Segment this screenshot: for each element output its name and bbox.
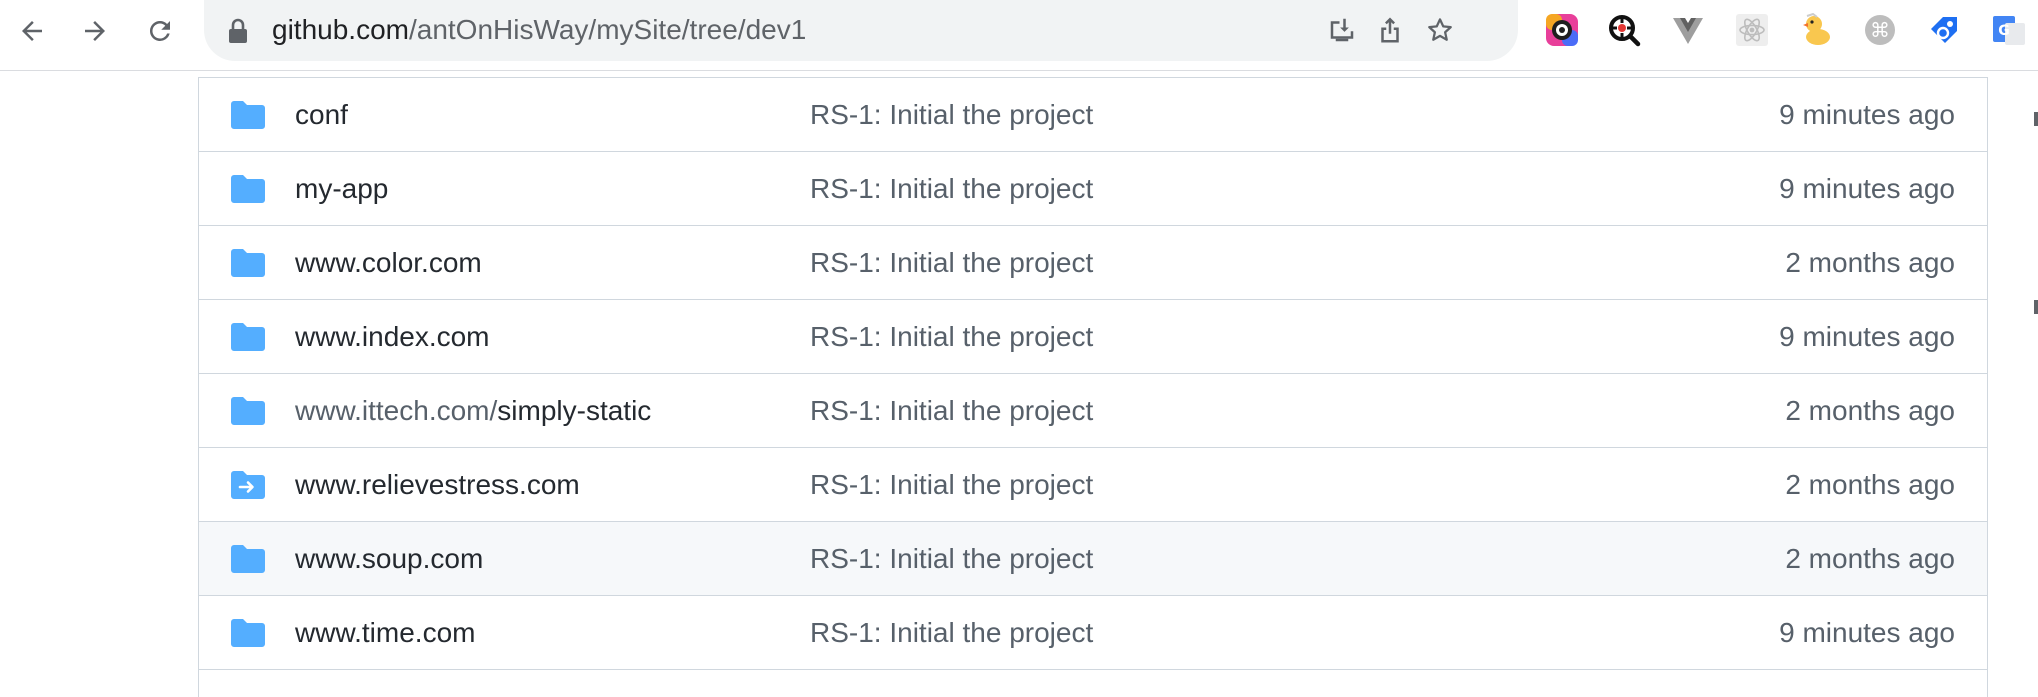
commit-message-link[interactable]: RS-1: Initial the project xyxy=(810,78,1093,152)
file-name-link[interactable]: www.ittech.com/simply-static xyxy=(295,374,651,448)
extension-magnifier-q[interactable] xyxy=(1605,11,1643,49)
commit-age: 9 minutes ago xyxy=(1779,321,1955,352)
file-row-www-color-com[interactable]: www.color.com RS-1: Initial the project … xyxy=(199,226,1987,300)
back-arrow-icon xyxy=(22,21,42,41)
lock-icon[interactable] xyxy=(228,18,248,44)
address-bar[interactable]: github.com/antOnHisWay/mySite/tree/dev1 xyxy=(204,0,1518,61)
url-text[interactable]: github.com/antOnHisWay/mySite/tree/dev1 xyxy=(272,11,806,49)
folder-icon xyxy=(231,545,265,573)
reload-icon xyxy=(149,20,170,41)
file-row-www-ittech-com-simply-static[interactable]: www.ittech.com/simply-static RS-1: Initi… xyxy=(199,374,1987,448)
forward-button[interactable] xyxy=(72,8,118,54)
share-icon xyxy=(1381,17,1399,43)
file-row-www-index-com[interactable]: www.index.com RS-1: Initial the project … xyxy=(199,300,1987,374)
back-button[interactable] xyxy=(9,8,55,54)
folder-icon xyxy=(231,619,265,647)
commit-message-link[interactable]: RS-1: Initial the project xyxy=(810,300,1093,374)
folder-icon xyxy=(231,249,265,277)
install-app-button[interactable] xyxy=(1322,10,1362,50)
file-row-www-relievestress-com[interactable]: www.relievestress.com RS-1: Initial the … xyxy=(199,448,1987,522)
share-button[interactable] xyxy=(1370,10,1410,50)
extension-react-devtools[interactable] xyxy=(1733,11,1771,49)
folder-icon xyxy=(231,323,265,351)
folder-icon xyxy=(231,397,265,425)
magnifier-q-extension-icon xyxy=(1609,15,1641,47)
react-devtools-extension-icon xyxy=(1736,14,1768,46)
commit-message-link[interactable]: RS-1: Initial the project xyxy=(810,374,1093,448)
folder-icon xyxy=(231,101,265,129)
command-key-extension-icon: ⌘ xyxy=(1865,15,1895,45)
file-name-link[interactable]: conf xyxy=(295,78,348,152)
extension-google-translate[interactable]: G xyxy=(1989,11,2027,49)
edge-mark xyxy=(2034,300,2038,314)
duck-extension-icon xyxy=(1803,13,1830,45)
vue-devtools-extension-icon xyxy=(1673,18,1703,44)
commit-age: 2 months ago xyxy=(1785,469,1955,500)
tag-extension-icon xyxy=(1931,17,1957,43)
file-row-www-time-com[interactable]: www.time.com RS-1: Initial the project 9… xyxy=(199,596,1987,670)
submodule-folder-icon xyxy=(231,471,265,499)
file-name-link[interactable]: www.relievestress.com xyxy=(295,448,580,522)
url-path: /antOnHisWay/mySite/tree/dev1 xyxy=(408,14,807,45)
commit-age: 9 minutes ago xyxy=(1779,99,1955,130)
commit-message-link[interactable]: RS-1: Initial the project xyxy=(810,596,1093,670)
browser-toolbar: github.com/antOnHisWay/mySite/tree/dev1 xyxy=(0,0,2038,71)
install-app-icon xyxy=(1330,18,1354,42)
file-name-link[interactable]: www.time.com xyxy=(295,596,475,670)
commit-age: 2 months ago xyxy=(1785,247,1955,278)
reload-button[interactable] xyxy=(137,8,183,54)
svg-text:G: G xyxy=(1998,23,2010,39)
extension-duck[interactable] xyxy=(1797,11,1835,49)
file-name-link[interactable]: my-app xyxy=(295,152,388,226)
file-name-link[interactable]: www.color.com xyxy=(295,226,482,300)
file-row-www-soup-com[interactable]: www.soup.com RS-1: Initial the project 2… xyxy=(199,522,1987,596)
file-row-my-app[interactable]: my-app RS-1: Initial the project 9 minut… xyxy=(199,152,1987,226)
extension-colorful-ring[interactable] xyxy=(1543,11,1581,49)
commit-age: 9 minutes ago xyxy=(1779,173,1955,204)
file-list: conf RS-1: Initial the project 9 minutes… xyxy=(198,77,1988,697)
url-host: github.com xyxy=(272,14,409,45)
edge-mark xyxy=(2034,112,2038,126)
bookmark-star-icon xyxy=(1428,18,1452,41)
commit-message-link[interactable]: RS-1: Initial the project xyxy=(810,152,1093,226)
commit-message-link[interactable]: RS-1: Initial the project xyxy=(810,448,1093,522)
forward-arrow-icon xyxy=(85,21,105,41)
svg-text:⌘: ⌘ xyxy=(1870,18,1890,42)
commit-message-link[interactable]: RS-1: Initial the project xyxy=(810,522,1093,596)
folder-icon xyxy=(231,175,265,203)
file-name-link[interactable]: www.index.com xyxy=(295,300,490,374)
file-name-link[interactable]: www.soup.com xyxy=(295,522,483,596)
bookmark-button[interactable] xyxy=(1420,10,1460,50)
commit-message-link[interactable]: RS-1: Initial the project xyxy=(810,226,1093,300)
commit-age: 2 months ago xyxy=(1785,395,1955,426)
commit-age: 2 months ago xyxy=(1785,543,1955,574)
file-row-conf[interactable]: conf RS-1: Initial the project 9 minutes… xyxy=(199,78,1987,152)
extension-command-key[interactable]: ⌘ xyxy=(1861,11,1899,49)
google-translate-extension-icon: G xyxy=(1993,16,2025,45)
commit-age: 9 minutes ago xyxy=(1779,617,1955,648)
extension-vue-devtools[interactable] xyxy=(1669,11,1707,49)
extension-tag[interactable] xyxy=(1925,11,1963,49)
colorful-ring-extension-icon xyxy=(1546,14,1578,46)
